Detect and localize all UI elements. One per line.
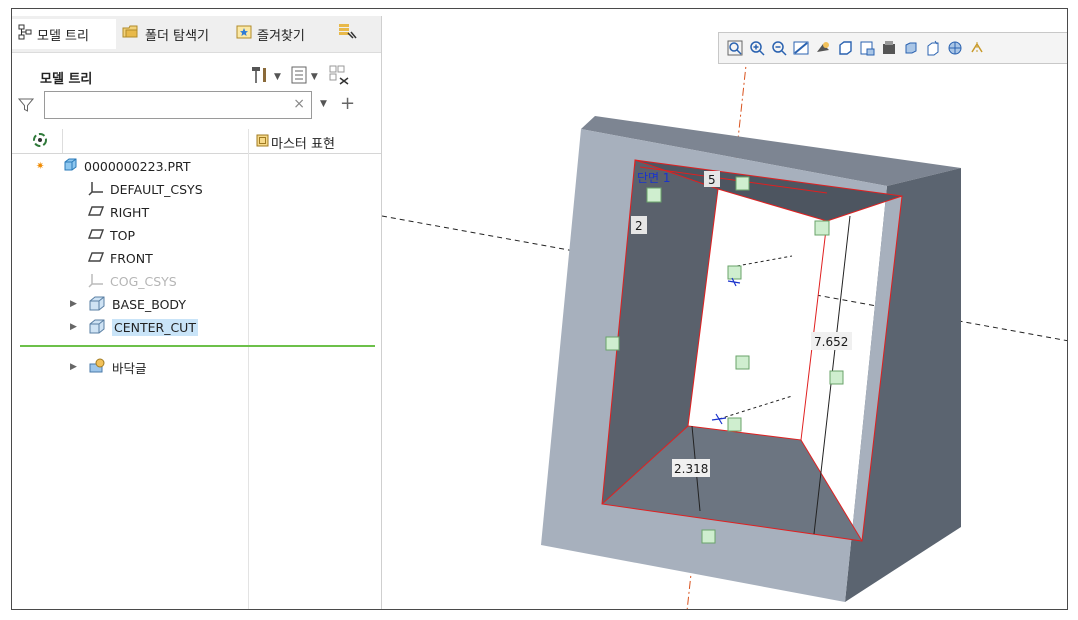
repaint-icon[interactable] (793, 40, 809, 56)
tree-item-cog-csys[interactable]: COG_CSYS (88, 270, 177, 292)
extrude-icon (88, 318, 106, 337)
tree-item-top[interactable]: TOP (87, 224, 136, 246)
column-divider (248, 129, 249, 609)
tree-item-label: RIGHT (110, 204, 150, 220)
drag-handle[interactable] (735, 355, 750, 370)
show-list-icon[interactable] (291, 66, 307, 87)
dimension-height[interactable]: 7.652 (814, 335, 848, 349)
tab-folder-browser[interactable]: 폴더 탐색기 (116, 19, 230, 49)
dimension-width[interactable]: 5 (708, 173, 716, 187)
tree-tools: ▼ ▼ (250, 64, 350, 89)
filter-icon[interactable] (17, 97, 35, 116)
drag-handle[interactable] (727, 417, 742, 432)
cad-model-view[interactable]: 단면 1 5 2 7.652 2.318 (382, 16, 1068, 610)
tree-item-label: BASE_BODY (112, 296, 186, 312)
column-headers: 마스터 표현 (12, 129, 381, 154)
search-input[interactable]: × (44, 91, 312, 119)
chevron-down-icon[interactable]: ▼ (320, 99, 327, 109)
section-icon[interactable] (881, 40, 897, 56)
chevron-down-icon[interactable]: ▼ (311, 72, 318, 82)
expand-arrow-icon[interactable]: ▶ (70, 299, 82, 309)
view-toolbar (718, 32, 1067, 64)
dimension-offset[interactable]: 2.318 (674, 462, 708, 476)
extrude-icon (88, 295, 106, 314)
clear-icon[interactable]: × (293, 96, 305, 112)
zoom-in-icon[interactable] (749, 40, 765, 56)
tab-layers[interactable] (332, 19, 366, 49)
csys-icon (88, 180, 104, 199)
tree-item-label: CENTER_CUT (112, 318, 198, 336)
drag-handle[interactable] (727, 265, 742, 280)
add-icon[interactable]: + (340, 93, 355, 114)
graphics-viewport[interactable]: 단면 1 5 2 7.652 2.318 (382, 16, 1068, 610)
tree-item-label: FRONT (110, 250, 153, 266)
drag-handle[interactable] (605, 336, 620, 351)
dimension-depth[interactable]: 2 (635, 219, 643, 233)
section-label[interactable]: 단면 1 (637, 171, 671, 185)
tree-item-center-cut[interactable]: ▶ CENTER_CUT (70, 316, 198, 338)
tab-label: 폴더 탐색기 (145, 28, 209, 44)
model-tree-heading: 모델 트리 (40, 72, 93, 87)
tab-favorites[interactable]: 즐겨찾기 (230, 19, 332, 49)
navigator-tabs: 모델 트리 폴더 탐색기 즐겨찾기 (12, 16, 381, 53)
perspective-icon[interactable] (903, 40, 919, 56)
datum-display-icon[interactable] (947, 40, 963, 56)
footer-icon (88, 358, 106, 377)
tree-item-label: DEFAULT_CSYS (110, 181, 203, 197)
part-icon (62, 158, 78, 175)
tree-item-label: COG_CSYS (110, 273, 177, 289)
tree-item-label: TOP (110, 227, 136, 243)
column-header-master-rep[interactable]: 마스터 표현 (271, 133, 335, 152)
drag-handle[interactable] (829, 370, 844, 385)
datum-plane-icon (87, 228, 105, 243)
expand-arrow-icon[interactable]: ▶ (70, 322, 82, 332)
master-rep-icon (256, 134, 269, 150)
drag-handle[interactable] (814, 220, 830, 236)
saved-orientations-icon[interactable] (815, 40, 831, 56)
drag-handle[interactable] (701, 529, 716, 544)
chevron-down-icon[interactable]: ▼ (274, 72, 281, 82)
annotation-display-icon[interactable] (925, 40, 941, 56)
datum-plane-icon (87, 205, 105, 220)
drag-handle[interactable] (735, 176, 750, 191)
zoom-out-icon[interactable] (771, 40, 787, 56)
tree-item-default-csys[interactable]: DEFAULT_CSYS (88, 178, 203, 200)
csys-icon (88, 272, 104, 291)
regenerate-icon[interactable] (32, 132, 48, 151)
application-window: 모델 트리 폴더 탐색기 즐겨찾기 모델 트리 ▼ ▼ × ▼ + 마스터 표현… (11, 8, 1068, 610)
expand-arrow-icon[interactable]: ▶ (70, 362, 82, 372)
tree-item-footer[interactable]: ▶ 바닥글 (70, 356, 147, 378)
favorites-icon (236, 24, 252, 44)
refit-icon[interactable] (727, 40, 743, 56)
tree-item-label: 0000000223.PRT (84, 158, 191, 174)
tree-item-label: 바닥글 (112, 360, 147, 376)
settings-tools-icon[interactable] (250, 65, 270, 88)
insert-indicator-line (20, 345, 375, 347)
tree-item-part[interactable]: ✷ 0000000223.PRT (36, 155, 190, 177)
model-tree-icon (18, 24, 32, 44)
tree-item-right[interactable]: RIGHT (87, 201, 150, 223)
tab-label: 모델 트리 (37, 28, 89, 44)
tree-item-base-body[interactable]: ▶ BASE_BODY (70, 293, 186, 315)
spin-center-icon[interactable] (969, 40, 985, 56)
tree-item-front[interactable]: FRONT (87, 247, 153, 269)
tree-filter-icon[interactable] (328, 64, 350, 89)
modified-marker-icon: ✷ (36, 160, 45, 172)
named-views-icon[interactable] (859, 40, 875, 56)
navigator-panel: 모델 트리 폴더 탐색기 즐겨찾기 모델 트리 ▼ ▼ × ▼ + 마스터 표현… (12, 16, 382, 609)
layers-icon (338, 23, 358, 45)
datum-plane-icon (87, 251, 105, 266)
display-style-icon[interactable] (837, 40, 853, 56)
folder-browser-icon (122, 24, 140, 44)
tab-model-tree[interactable]: 모델 트리 (12, 19, 116, 49)
drag-handle[interactable] (646, 187, 662, 203)
tab-label: 즐겨찾기 (257, 28, 305, 44)
